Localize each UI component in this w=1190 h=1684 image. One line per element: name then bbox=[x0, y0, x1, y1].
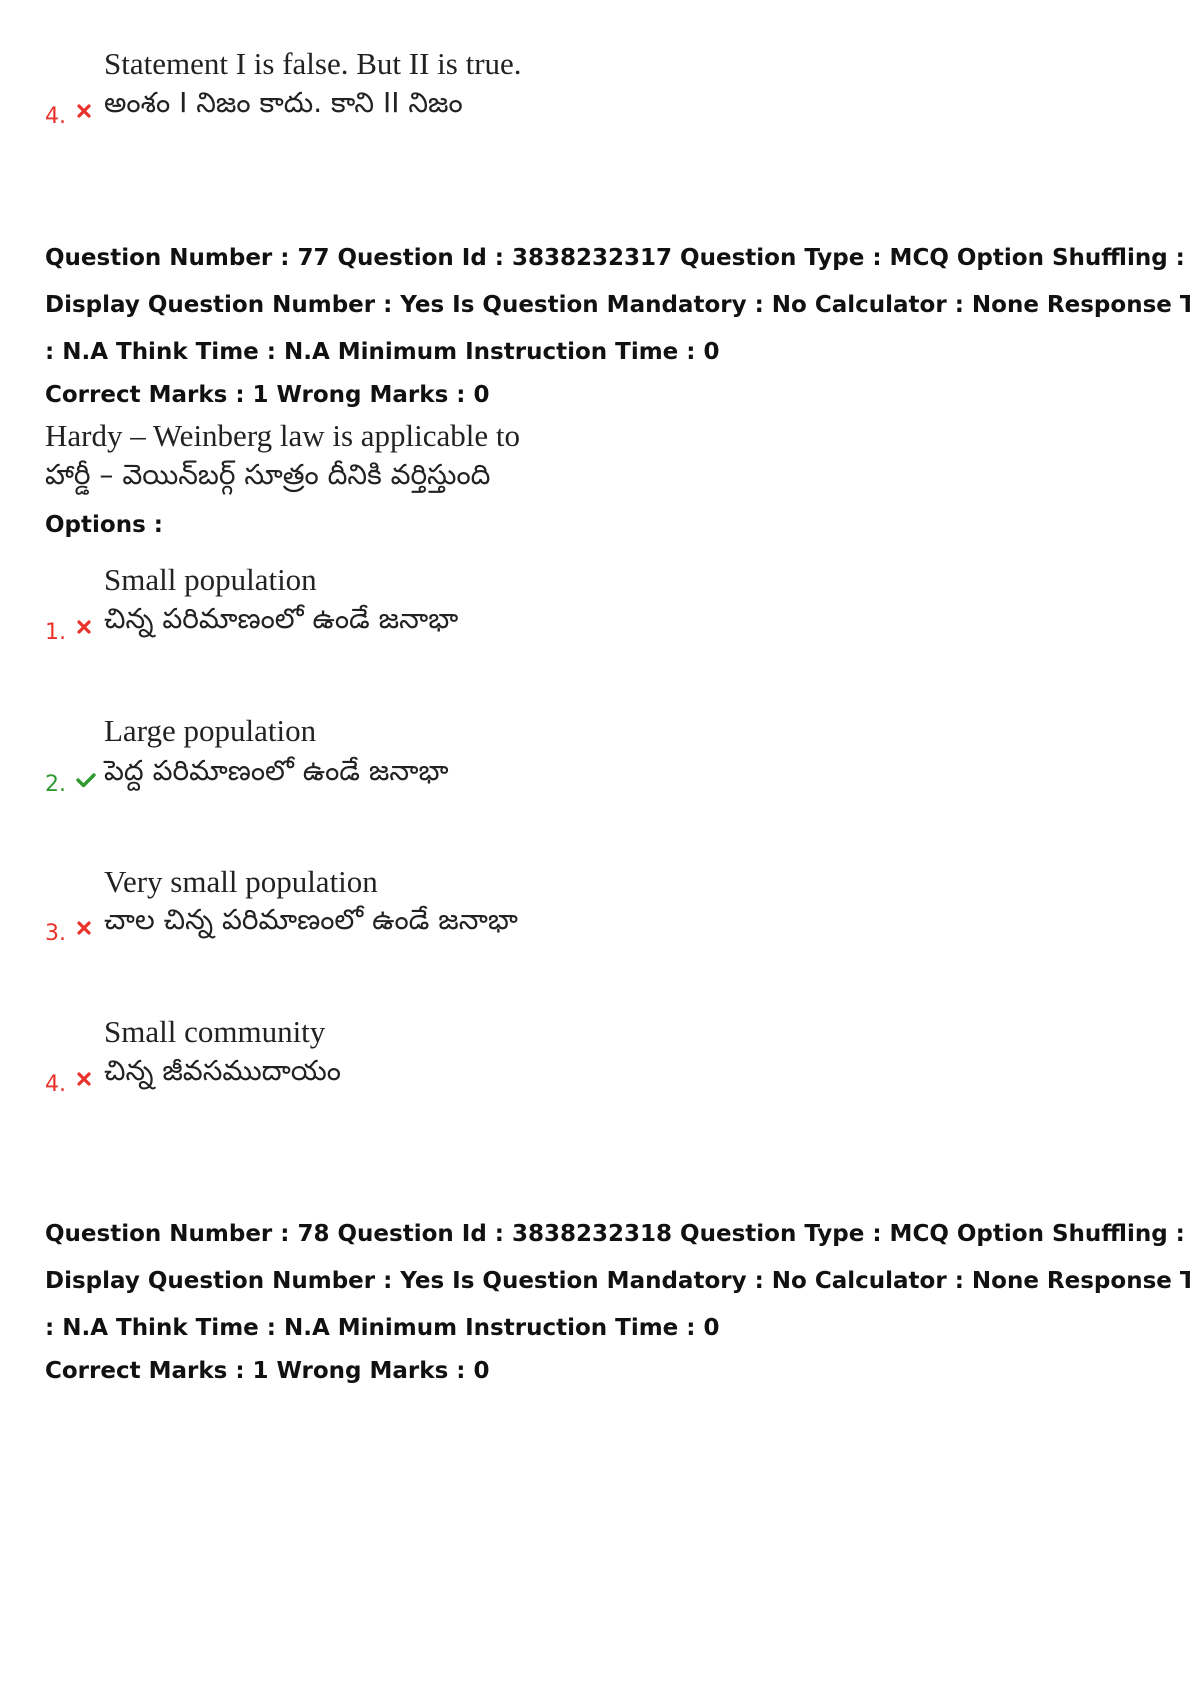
meta-line: Question Number : 78 Question Id : 38382… bbox=[45, 1221, 1190, 1247]
question-77-meta: Question Number : 77 Question Id : 38382… bbox=[45, 235, 1190, 376]
prev-option-4-telugu: అంశం I నిజం కాదు. కాని II నిజం bbox=[104, 86, 463, 119]
wrong-mark-icon bbox=[77, 620, 91, 634]
meta-line: Display Question Number : Yes Is Questio… bbox=[45, 1268, 1190, 1294]
option-4-telugu: చిన్న జీవసముదాయం bbox=[104, 1054, 341, 1087]
option-2-english: Large population bbox=[104, 713, 317, 748]
option-4-number: 4. bbox=[45, 1072, 66, 1097]
wrong-mark-icon bbox=[77, 104, 91, 118]
options-label: Options : bbox=[45, 512, 163, 538]
question-77-telugu: హార్డీ – వెయిన్‌బర్గ్ సూత్రం దీనికి వర్త… bbox=[45, 458, 491, 491]
question-78-marks: Correct Marks : 1 Wrong Marks : 0 bbox=[45, 1358, 490, 1384]
meta-line: Display Question Number : Yes Is Questio… bbox=[45, 292, 1190, 318]
correct-mark-icon bbox=[76, 773, 96, 788]
question-78-meta: Question Number : 78 Question Id : 38382… bbox=[45, 1211, 1190, 1352]
meta-line: : N.A Think Time : N.A Minimum Instructi… bbox=[45, 1315, 720, 1341]
option-3-telugu: చాల చిన్న పరిమాణంలో ఉండే జనాభా bbox=[104, 903, 518, 936]
wrong-mark-icon bbox=[77, 1072, 91, 1086]
meta-line: Question Number : 77 Question Id : 38382… bbox=[45, 245, 1190, 271]
option-1-telugu: చిన్న పరిమాణంలో ఉండే జనాభా bbox=[104, 602, 459, 635]
question-77-marks: Correct Marks : 1 Wrong Marks : 0 bbox=[45, 382, 490, 408]
wrong-mark-icon bbox=[77, 921, 91, 935]
option-4-english: Small community bbox=[104, 1014, 326, 1049]
prev-option-4-english: Statement I is false. But II is true. bbox=[104, 46, 522, 81]
option-3-english: Very small population bbox=[104, 864, 378, 899]
prev-option-4-number: 4. bbox=[45, 104, 66, 129]
option-2-number: 2. bbox=[45, 772, 66, 797]
option-1-number: 1. bbox=[45, 620, 66, 645]
option-1-english: Small population bbox=[104, 562, 317, 597]
option-2-telugu: పెద్ద పరిమాణంలో ఉండే జనాభా bbox=[104, 754, 449, 787]
meta-line: : N.A Think Time : N.A Minimum Instructi… bbox=[45, 339, 720, 365]
question-77-english: Hardy – Weinberg law is applicable to bbox=[45, 418, 521, 453]
option-3-number: 3. bbox=[45, 921, 66, 946]
